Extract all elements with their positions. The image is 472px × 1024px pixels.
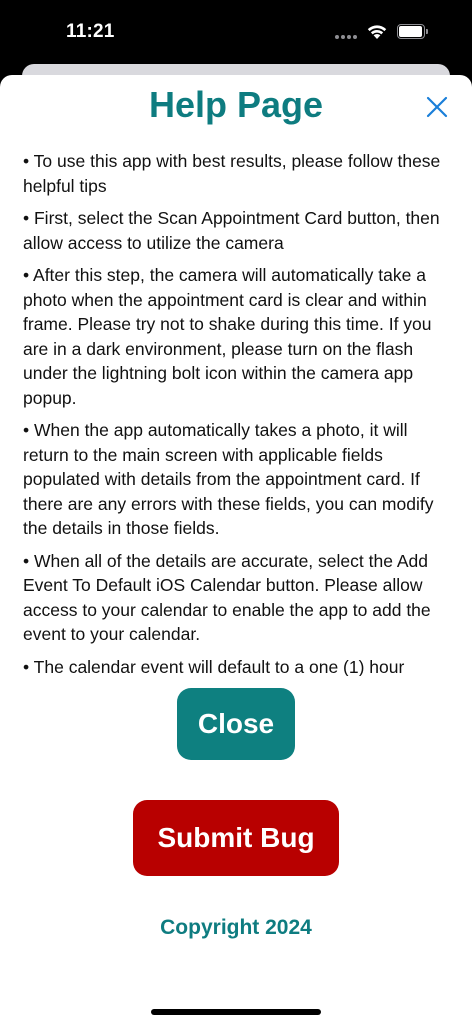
status-bar: 11:21 [0, 0, 472, 64]
status-time: 11:21 [66, 21, 115, 42]
close-button[interactable]: Close [177, 688, 295, 760]
help-content[interactable]: • To use this app with best results, ple… [23, 149, 453, 676]
help-tip-duration: • The calendar event will default to a o… [23, 656, 405, 677]
wifi-icon [366, 23, 388, 45]
battery-icon [397, 24, 428, 39]
help-tip-intro: • To use this app with best results, ple… [23, 151, 441, 196]
home-indicator [151, 1009, 321, 1015]
help-tip-scan: • First, select the Scan Appointment Car… [23, 208, 440, 253]
help-tip-calendar: • When all of the details are accurate, … [23, 550, 431, 645]
copyright-text: Copyright 2024 [160, 916, 312, 939]
help-tip-fields: • When the app automatically takes a pho… [23, 420, 434, 538]
close-x-icon[interactable] [424, 94, 450, 120]
page-title: Help Page [148, 84, 324, 125]
submit-bug-button[interactable]: Submit Bug [133, 800, 339, 876]
help-tip-camera: • After this step, the camera will autom… [23, 265, 432, 408]
signal-dots-icon [335, 35, 359, 39]
